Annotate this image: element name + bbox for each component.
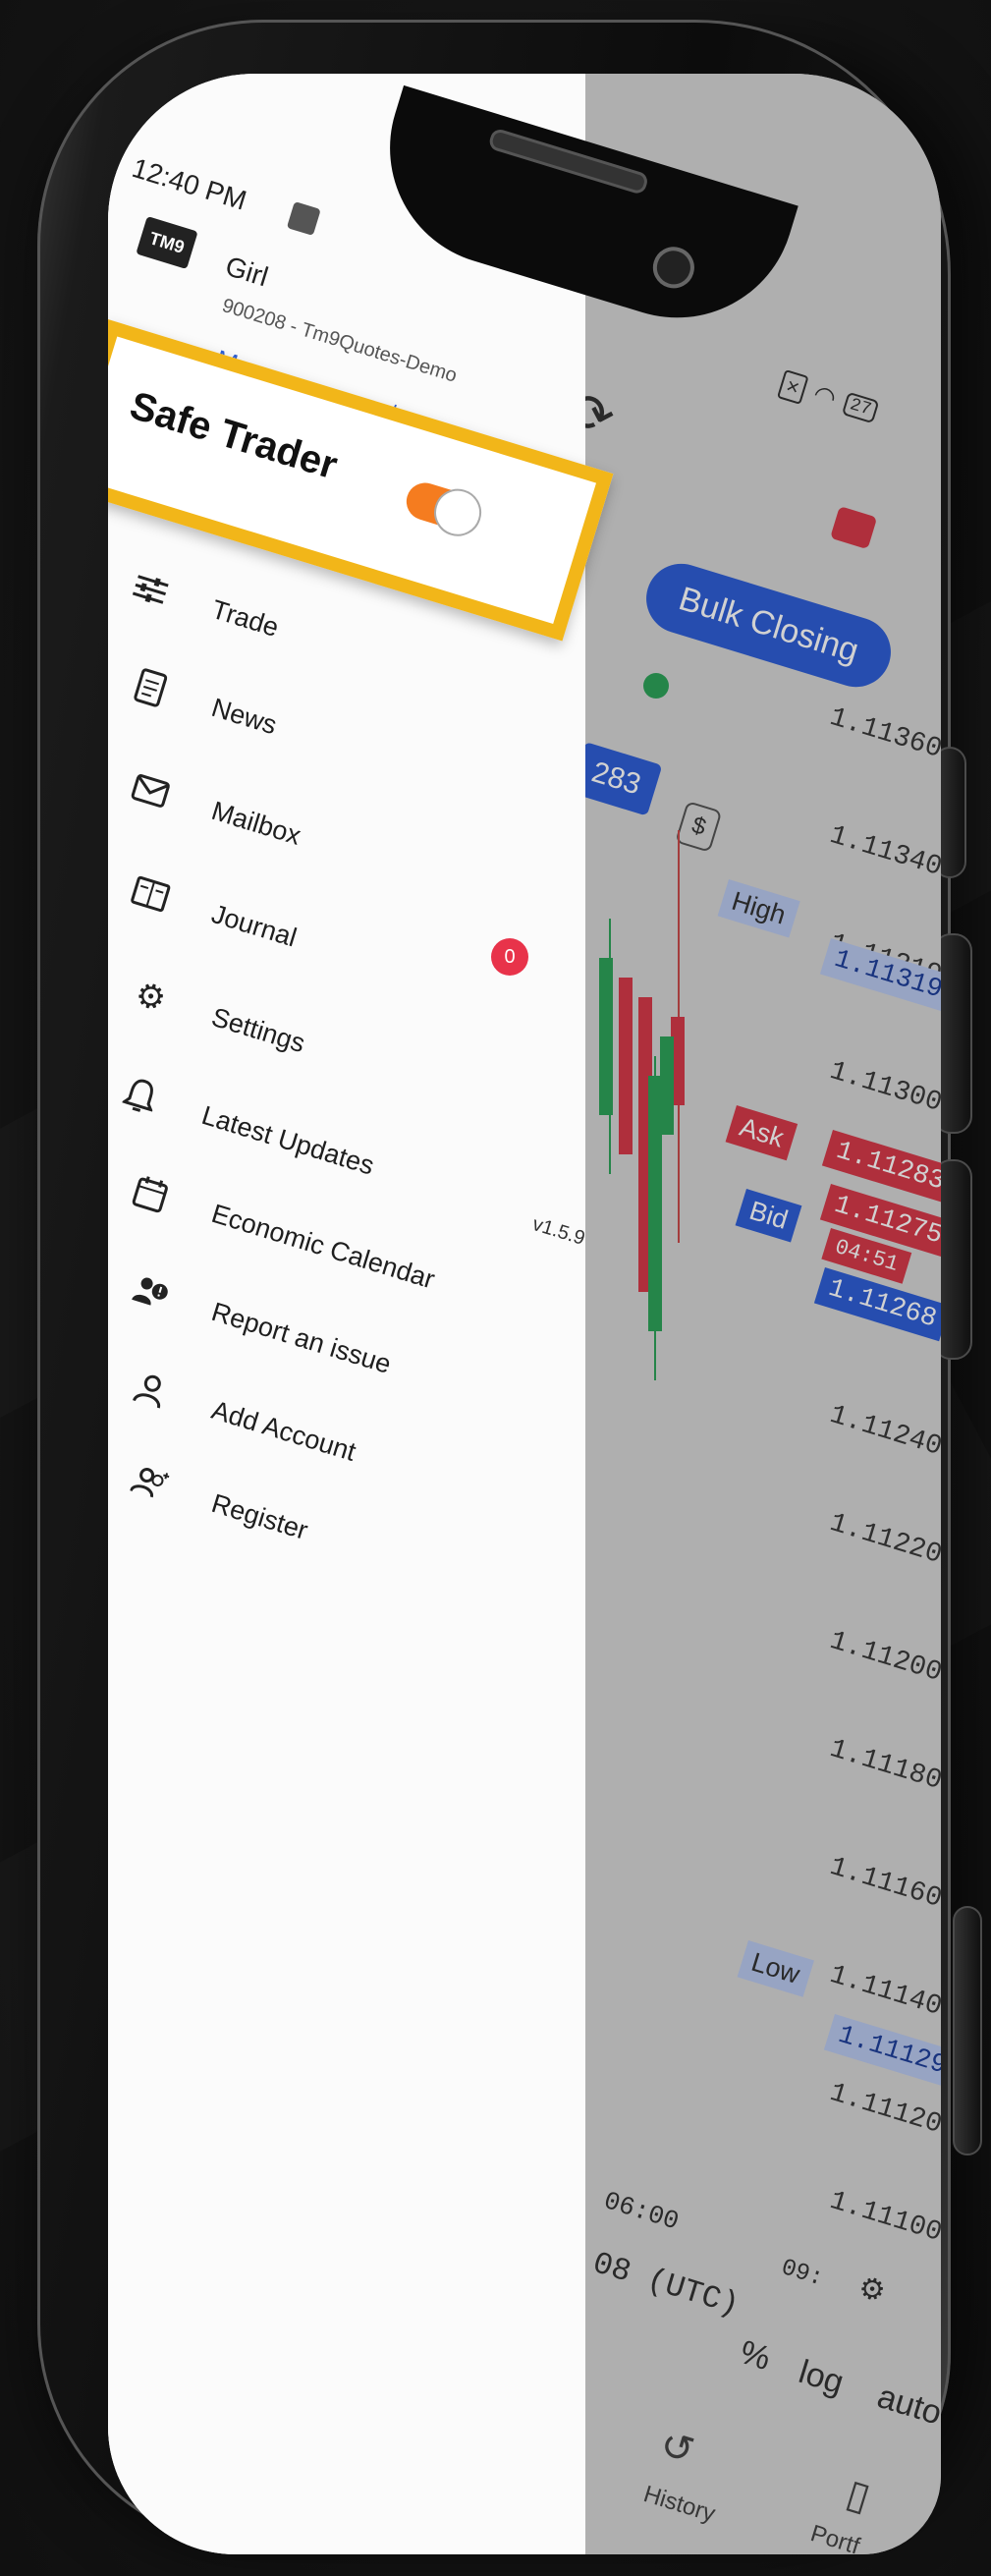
gallery-notification-icon (286, 201, 321, 236)
menu-item-latest-updates[interactable]: Latest Updates (116, 1071, 379, 1185)
candle (660, 1036, 674, 1135)
high-label: High (717, 879, 800, 938)
time-tick: 06:00 (600, 2186, 683, 2237)
candle (619, 978, 633, 1154)
candle (599, 958, 613, 1115)
bulk-closing-button[interactable]: Bulk Closing (637, 555, 900, 697)
mail-icon (126, 766, 175, 815)
menu-item-register[interactable]: Register (126, 1459, 312, 1550)
percent-toggle[interactable]: % (736, 2333, 775, 2379)
price-tick: 1.11240 (825, 1400, 941, 1464)
menu-label: Trade (208, 593, 283, 643)
low-value: 1.11129 (823, 2014, 941, 2089)
price-tick: 1.11180 (825, 1734, 941, 1798)
menu-item-news[interactable]: News (126, 663, 282, 745)
sliders-icon (126, 565, 175, 614)
menu-label: Register (208, 1487, 312, 1545)
menu-item-journal[interactable]: Journal (126, 869, 302, 957)
mute-icon: × (777, 368, 809, 405)
connection-status-dot (643, 673, 669, 699)
price-tick: 1.11160 (825, 1852, 941, 1916)
price-tick: 1.11300 (825, 1056, 941, 1120)
bell-icon (116, 1071, 165, 1120)
report-user-icon (126, 1267, 175, 1316)
toggle-knob (428, 482, 488, 542)
log-toggle[interactable]: log (795, 2353, 849, 2403)
price-tick: 1.11200 (825, 1626, 941, 1690)
menu-label: Latest Updates (198, 1099, 378, 1181)
gear-icon: ⚙ (131, 975, 171, 1020)
nav-portfolio[interactable]: Portf (807, 2520, 862, 2554)
price-tick: 1.11120 (825, 2078, 941, 2142)
phone-screen: ⟳ × ◠ 27 Bulk Closing 283 $ 1.11360 1.11… (108, 74, 941, 2554)
menu-label: Add Account (208, 1394, 359, 1467)
nav-history[interactable]: History (640, 2481, 718, 2529)
users-add-icon (126, 1459, 175, 1508)
price-tick: 1.11340 (825, 820, 941, 884)
camera-icon (647, 242, 700, 294)
safe-trader-toggle[interactable] (402, 477, 488, 542)
calendar-icon (126, 1169, 175, 1218)
price-tick: 1.11100 (825, 2186, 941, 2250)
menu-label: Report an issue (208, 1296, 395, 1379)
menu-item-add-account[interactable]: Add Account (126, 1366, 360, 1472)
low-label: Low (737, 1940, 814, 1997)
menu-item-settings[interactable]: ⚙ Settings (126, 973, 309, 1063)
menu-label: Journal (208, 898, 301, 953)
auto-toggle[interactable]: auto (873, 2378, 941, 2434)
menu-item-mailbox[interactable]: Mailbox (126, 766, 305, 856)
battery-icon: 27 (841, 391, 880, 423)
status-time: 12:40 PM (128, 152, 250, 216)
document-icon (126, 663, 175, 712)
history-icon[interactable]: ↺ (655, 2422, 700, 2475)
menu-item-report-issue[interactable]: Report an issue (126, 1267, 396, 1384)
price-tick: 1.11140 (825, 1960, 941, 2024)
bid-label: Bid (735, 1189, 802, 1243)
user-icon (126, 1366, 175, 1415)
ask-label: Ask (725, 1105, 798, 1161)
navigation-drawer: 12:40 PM TM9 Girl 900208 - Tm9Quotes-Dem… (108, 74, 614, 2554)
safe-trader-label: Safe Trader (125, 383, 343, 488)
app-version: v1.5.9 (529, 1213, 588, 1250)
menu-label: Settings (208, 1001, 309, 1058)
bid-value: 1.11268 (813, 1267, 941, 1342)
broker-logo: TM9 (136, 216, 198, 270)
menu-label: Mailbox (208, 795, 304, 851)
wifi-icon: ◠ (809, 378, 841, 414)
portfolio-icon[interactable]: ▯ (842, 2471, 876, 2520)
time-tick: 09: (778, 2255, 827, 2293)
price-tick: 1.11220 (825, 1508, 941, 1572)
price-tick: 1.11360 (825, 702, 941, 766)
symbol-flag-icon[interactable] (830, 506, 878, 550)
settings-gear-icon[interactable]: ⚙ (854, 2269, 890, 2310)
journal-badge: 0 (491, 938, 528, 976)
menu-item-trade[interactable]: Trade (126, 565, 283, 647)
money-icon[interactable]: $ (675, 801, 723, 854)
menu-label: Economic Calendar (208, 1198, 439, 1295)
menu-label: News (208, 692, 281, 740)
phone-power-button (953, 1906, 982, 2156)
journal-icon (126, 869, 175, 919)
status-icons: × ◠ 27 (777, 368, 881, 426)
utc-label: 08 (UTC) (588, 2245, 743, 2324)
phone-frame: ⟳ × ◠ 27 Bulk Closing 283 $ 1.11360 1.11… (37, 20, 982, 2554)
account-name: Girl (221, 251, 272, 293)
